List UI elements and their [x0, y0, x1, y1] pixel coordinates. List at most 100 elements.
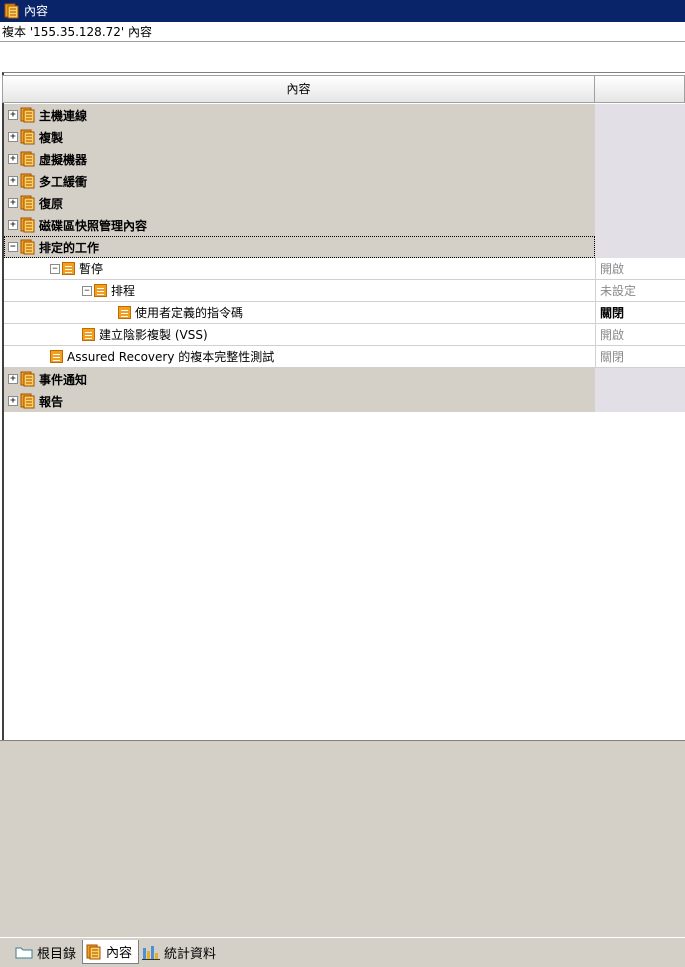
property-label: 複製	[39, 130, 64, 145]
property-row[interactable]: + 複製	[4, 126, 685, 148]
tab-root-label: 根目錄	[37, 946, 77, 962]
description-panel	[0, 740, 685, 937]
property-row[interactable]: − 暫停 開啟	[4, 258, 685, 280]
tab-properties-label: 內容	[106, 946, 133, 961]
properties-icon	[86, 944, 101, 959]
property-label: 虛擬機器	[39, 152, 88, 167]
property-name-cell[interactable]: 使用者定義的指令碼	[4, 302, 595, 324]
property-label: 排程	[111, 284, 136, 298]
property-label: 建立陰影複製 (VSS)	[99, 328, 208, 342]
property-name-cell[interactable]: + 多工緩衝	[4, 170, 595, 192]
property-name-cell[interactable]: − 暫停	[4, 258, 595, 280]
property-row[interactable]: + 報告	[4, 390, 685, 412]
property-label: 使用者定義的指令碼	[135, 306, 244, 320]
property-row[interactable]: + 主機連線	[4, 104, 685, 126]
property-row[interactable]: + 虛擬機器	[4, 148, 685, 170]
property-label: 暫停	[79, 262, 104, 276]
collapse-icon[interactable]: −	[50, 263, 60, 274]
property-name-cell[interactable]: + 報告	[4, 390, 595, 412]
property-item-icon	[82, 328, 95, 341]
property-name-cell[interactable]: + 磁碟區快照管理內容	[4, 214, 595, 236]
property-row[interactable]: − 排定的工作	[4, 236, 685, 258]
property-value-cell[interactable]: 關閉	[595, 346, 685, 368]
tab-statistics[interactable]: 統計資料	[139, 940, 222, 964]
property-value-cell[interactable]	[595, 170, 685, 192]
property-name-cell[interactable]: + 事件通知	[4, 368, 595, 390]
expand-icon[interactable]: +	[8, 220, 18, 230]
property-row[interactable]: Assured Recovery 的複本完整性測試 關閉	[4, 346, 685, 368]
tab-properties[interactable]: 內容	[82, 940, 140, 964]
expand-icon[interactable]: +	[8, 154, 18, 164]
property-value-cell[interactable]	[595, 236, 685, 258]
tab-statistics-label: 統計資料	[164, 946, 217, 962]
property-item-icon	[50, 350, 63, 363]
property-row[interactable]: + 復原	[4, 192, 685, 214]
property-value-cell[interactable]	[595, 104, 685, 126]
property-name-cell[interactable]: Assured Recovery 的複本完整性測試	[4, 346, 595, 368]
property-group-icon	[20, 393, 35, 409]
property-group-icon	[20, 173, 35, 189]
property-value-cell[interactable]	[595, 148, 685, 170]
bottom-tab-bar: 根目錄 內容 統計資料	[0, 937, 685, 967]
collapse-icon[interactable]: −	[82, 285, 92, 296]
property-group-icon	[20, 151, 35, 167]
properties-icon	[4, 3, 19, 19]
expand-icon[interactable]: +	[8, 396, 18, 406]
folder-icon	[15, 947, 33, 959]
tab-root[interactable]: 根目錄	[12, 940, 82, 964]
grid-header: 內容	[2, 75, 685, 103]
property-name-cell[interactable]: − 排定的工作	[4, 236, 595, 258]
property-label: 排定的工作	[39, 240, 100, 255]
property-label: 多工緩衝	[39, 174, 88, 189]
expand-icon[interactable]: +	[8, 132, 18, 142]
property-group-icon	[20, 129, 35, 145]
property-name-cell[interactable]: + 複製	[4, 126, 595, 148]
expand-icon[interactable]: +	[8, 110, 18, 120]
property-group-icon	[20, 371, 35, 387]
property-row[interactable]: 建立陰影複製 (VSS) 開啟	[4, 324, 685, 346]
property-row[interactable]: + 磁碟區快照管理內容	[4, 214, 685, 236]
property-value-cell[interactable]: 開啟	[595, 258, 685, 280]
property-label: Assured Recovery 的複本完整性測試	[67, 350, 275, 364]
property-value-cell[interactable]	[595, 390, 685, 412]
property-label: 主機連線	[39, 108, 88, 123]
property-group-icon	[20, 239, 35, 255]
property-value-cell[interactable]	[595, 126, 685, 148]
column-header-value[interactable]	[595, 75, 685, 103]
expand-icon[interactable]: +	[8, 374, 18, 384]
property-group-icon	[20, 107, 35, 123]
property-value-cell[interactable]	[595, 368, 685, 390]
expand-icon[interactable]: +	[8, 198, 18, 208]
property-item-icon	[94, 284, 107, 297]
property-name-cell[interactable]: − 排程	[4, 280, 595, 302]
property-name-cell[interactable]: + 復原	[4, 192, 595, 214]
property-value-cell[interactable]	[595, 214, 685, 236]
property-row[interactable]: + 事件通知	[4, 368, 685, 390]
property-rows: + 主機連線 + 複製 + 虛擬機器 + 多工緩衝 + 復原 + 磁碟區快照管理內容 − 排定的工作 − 暫停…	[4, 104, 685, 412]
property-item-icon	[118, 306, 131, 319]
property-value-cell[interactable]: 開啟	[595, 324, 685, 346]
property-row[interactable]: − 排程 未設定	[4, 280, 685, 302]
property-group-icon	[20, 195, 35, 211]
collapse-icon[interactable]: −	[8, 242, 18, 252]
property-label: 復原	[39, 196, 64, 211]
property-value-cell[interactable]	[595, 192, 685, 214]
statistics-icon	[142, 946, 161, 960]
column-header-name[interactable]: 內容	[2, 75, 595, 103]
window-title-bar: 內容	[0, 0, 685, 22]
expand-icon[interactable]: +	[8, 176, 18, 186]
property-name-cell[interactable]: + 主機連線	[4, 104, 595, 126]
property-value-cell[interactable]: 未設定	[595, 280, 685, 302]
property-item-icon	[62, 262, 75, 275]
property-label: 報告	[39, 394, 64, 409]
property-name-cell[interactable]: + 虛擬機器	[4, 148, 595, 170]
property-value-cell[interactable]: 關閉	[595, 302, 685, 324]
property-label: 事件通知	[39, 372, 88, 387]
property-label: 磁碟區快照管理內容	[39, 218, 148, 233]
property-group-icon	[20, 217, 35, 233]
property-row[interactable]: 使用者定義的指令碼 關閉	[4, 302, 685, 324]
panel-subtitle: 複本 '155.35.128.72' 內容	[0, 22, 685, 42]
window-title: 內容	[24, 4, 49, 18]
property-row[interactable]: + 多工緩衝	[4, 170, 685, 192]
property-name-cell[interactable]: 建立陰影複製 (VSS)	[4, 324, 595, 346]
